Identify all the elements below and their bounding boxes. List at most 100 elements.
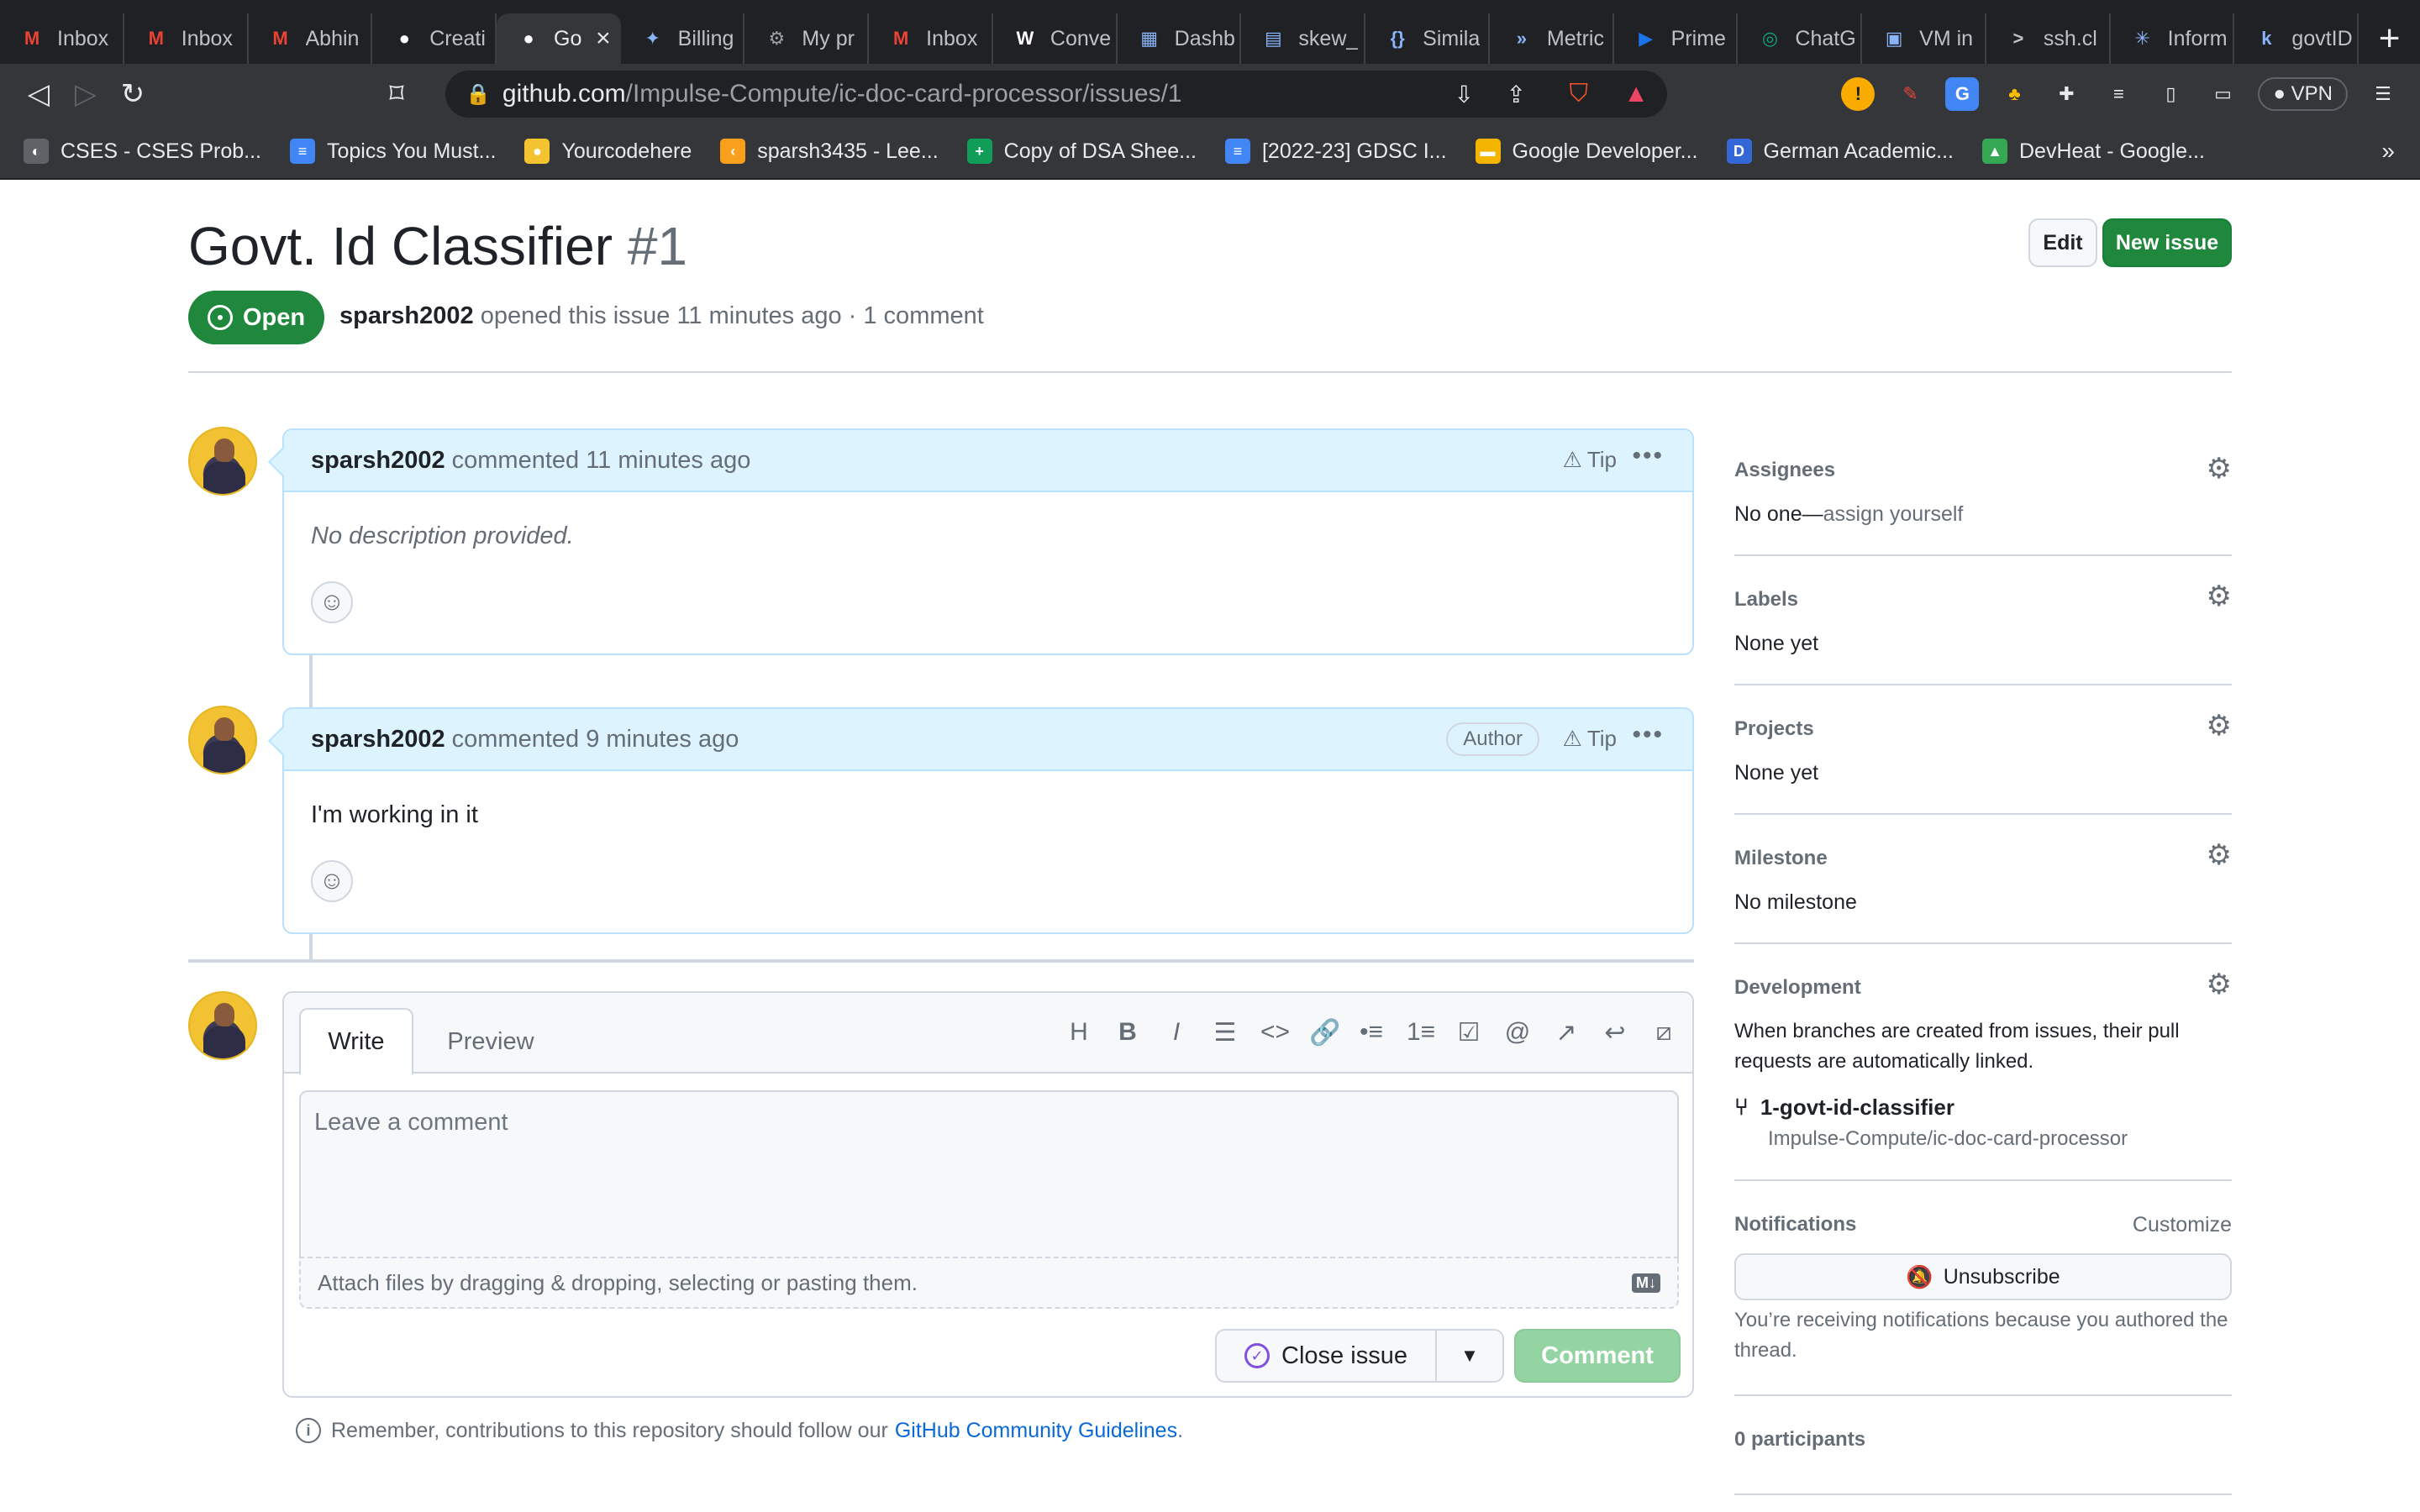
gear-icon[interactable]: ⚙ [2207,838,2232,872]
comment-button[interactable]: Comment [1514,1329,1681,1383]
bookmarks-overflow-icon[interactable]: » [2381,138,2395,165]
tab-write[interactable]: Write [299,1008,413,1075]
browser-tab[interactable]: » Metric [1490,13,1614,64]
browser-tab[interactable]: ● Go × [497,13,621,64]
close-issue-button[interactable]: ✓ Close issue [1215,1329,1437,1383]
heading-icon[interactable]: H [1065,1018,1092,1047]
gear-icon[interactable]: ⚙ [2207,580,2232,613]
linked-branch[interactable]: ⑂ 1-govt-id-classifier [1734,1094,1954,1121]
bookmark-item[interactable]: ▬ Google Developer... [1475,139,1698,164]
quote-icon[interactable]: ☰ [1212,1018,1239,1047]
extension-pen-icon[interactable]: ✎ [1893,77,1927,111]
mention-icon[interactable]: @ [1504,1018,1531,1047]
browser-tab[interactable]: M Inbox [869,13,993,64]
bookmark-item[interactable]: ≡ [2022-23] GDSC I... [1224,139,1447,164]
fullscreen-icon[interactable]: ⧄ [1650,1018,1677,1047]
dashboard-icon: ▦ [1140,28,1159,49]
wallet-icon[interactable]: ▭ [2206,77,2239,111]
guidelines-link[interactable]: GitHub Community Guidelines [895,1419,1177,1443]
assign-yourself-link[interactable]: assign yourself [1823,502,1964,526]
tip-button[interactable]: ⚠ Tip [1563,447,1617,473]
bookmark-item[interactable]: ● Yourcodehere [524,139,692,164]
bookmark-item[interactable]: D German Academic... [1726,139,1954,164]
avatar[interactable] [188,706,257,774]
tab-label: skew_ [1298,26,1359,50]
avatar[interactable] [188,427,257,496]
bold-icon[interactable]: B [1114,1018,1141,1047]
new-tab-button[interactable]: + [2359,13,2420,64]
reload-icon[interactable]: ↻ [109,71,156,118]
divider [1734,1394,2232,1396]
brave-shield-icon[interactable]: ⛉ [1570,80,1589,108]
link-icon[interactable]: 🔗 [1309,1018,1340,1047]
media-controls-icon[interactable]: ≡ [2102,77,2135,111]
tab-label: Inbox [181,26,233,50]
install-icon[interactable]: ⇩ [1455,81,1474,108]
extensions-puzzle-icon[interactable]: ✚ [2049,77,2083,111]
browser-tab[interactable]: > ssh.cl [1986,13,2111,64]
vpn-button[interactable]: ● VPN [2258,77,2348,111]
kebab-menu-icon[interactable]: ••• [1632,721,1664,749]
saved-replies-icon[interactable]: ↩ [1602,1018,1628,1047]
browser-tab[interactable]: ✳ Inform [2111,13,2235,64]
comment-textarea[interactable]: Leave a comment [299,1090,1679,1257]
attach-files-area[interactable]: Attach files by dragging & dropping, sel… [299,1257,1679,1309]
task-list-icon[interactable]: ☑ [1455,1018,1482,1047]
comment-timestamp[interactable]: commented 11 minutes ago [452,447,751,475]
close-icon[interactable]: × [596,24,611,53]
extension-translate-icon[interactable]: G [1945,77,1980,111]
numbered-list-icon[interactable]: 1≡ [1407,1018,1435,1047]
browser-tab[interactable]: {} Simila [1365,13,1490,64]
browser-tab[interactable]: ▦ Dashb [1118,13,1242,64]
menu-icon[interactable]: ☰ [2366,77,2400,111]
browser-tab[interactable]: M Abhin [249,13,373,64]
comment-timestamp[interactable]: commented 9 minutes ago [452,726,739,753]
browser-tab[interactable]: M Inbox [124,13,249,64]
close-options-dropdown[interactable]: ▼ [1435,1329,1504,1383]
gear-icon[interactable]: ⚙ [2207,968,2232,1001]
comment-author-link[interactable]: sparsh2002 [311,447,445,475]
browser-tab[interactable]: ● Creati [372,13,497,64]
forward-icon[interactable]: ▷ [62,71,109,118]
browser-tab[interactable]: W Conve [993,13,1118,64]
browser-tab[interactable]: ✦ Billing [621,13,745,64]
customize-link[interactable]: Customize [2133,1213,2232,1237]
avatar[interactable] [188,991,257,1060]
browser-tab[interactable]: ◎ ChatG [1738,13,1863,64]
browser-tab[interactable]: ⚙ My pr [744,13,870,64]
bulleted-list-icon[interactable]: •≡ [1358,1018,1385,1047]
address-bar[interactable]: 🔒 github.com/Impulse-Compute/ic-doc-card… [445,71,1667,118]
code-icon[interactable]: <> [1260,1018,1290,1047]
add-reaction-icon[interactable]: ☺ [311,581,353,623]
bookmark-item[interactable]: + Copy of DSA Shee... [966,139,1197,164]
tip-button[interactable]: ⚠ Tip [1563,726,1617,752]
extension-puzzle-color-icon[interactable]: ♣ [1997,77,2031,111]
bookmark-item[interactable]: ◐ CSES - CSES Prob... [24,139,261,164]
tab-preview[interactable]: Preview [424,1008,558,1075]
extension-info-icon[interactable]: ! [1841,77,1876,111]
browser-tab[interactable]: M Inbox [0,13,124,64]
add-reaction-icon[interactable]: ☺ [311,860,353,902]
issue-author-link[interactable]: sparsh2002 [339,302,474,329]
share-icon[interactable]: ⇪ [1507,81,1526,108]
browser-tab[interactable]: ▣ VM in [1862,13,1986,64]
italic-icon[interactable]: I [1163,1018,1190,1047]
comment-author-link[interactable]: sparsh2002 [311,726,445,753]
bookmark-item[interactable]: ‹ sparsh3435 - Lee... [720,139,939,164]
sidebar-toggle-icon[interactable]: ▯ [2154,77,2187,111]
bookmark-item[interactable]: ≡ Topics You Must... [289,139,496,164]
browser-tab[interactable]: ▤ skew_ [1241,13,1366,64]
gear-icon[interactable]: ⚙ [2207,709,2232,743]
kebab-menu-icon[interactable]: ••• [1632,442,1664,470]
labels-heading: Labels [1734,588,1799,611]
browser-tab[interactable]: k govtID [2234,13,2360,64]
browser-tab[interactable]: ▶ Prime [1614,13,1739,64]
bookmark-icon[interactable]: ⌑ [373,71,420,118]
markdown-icon[interactable]: M↓ [1632,1273,1660,1293]
gear-icon[interactable]: ⚙ [2207,452,2232,486]
reference-icon[interactable]: ↗ [1553,1018,1580,1047]
bookmark-item[interactable]: ▲ DevHeat - Google... [1981,139,2205,164]
back-icon[interactable]: ◁ [15,71,62,118]
unsubscribe-button[interactable]: 🔕 Unsubscribe [1734,1253,2232,1300]
brave-rewards-icon[interactable]: ▲ [1623,80,1649,108]
